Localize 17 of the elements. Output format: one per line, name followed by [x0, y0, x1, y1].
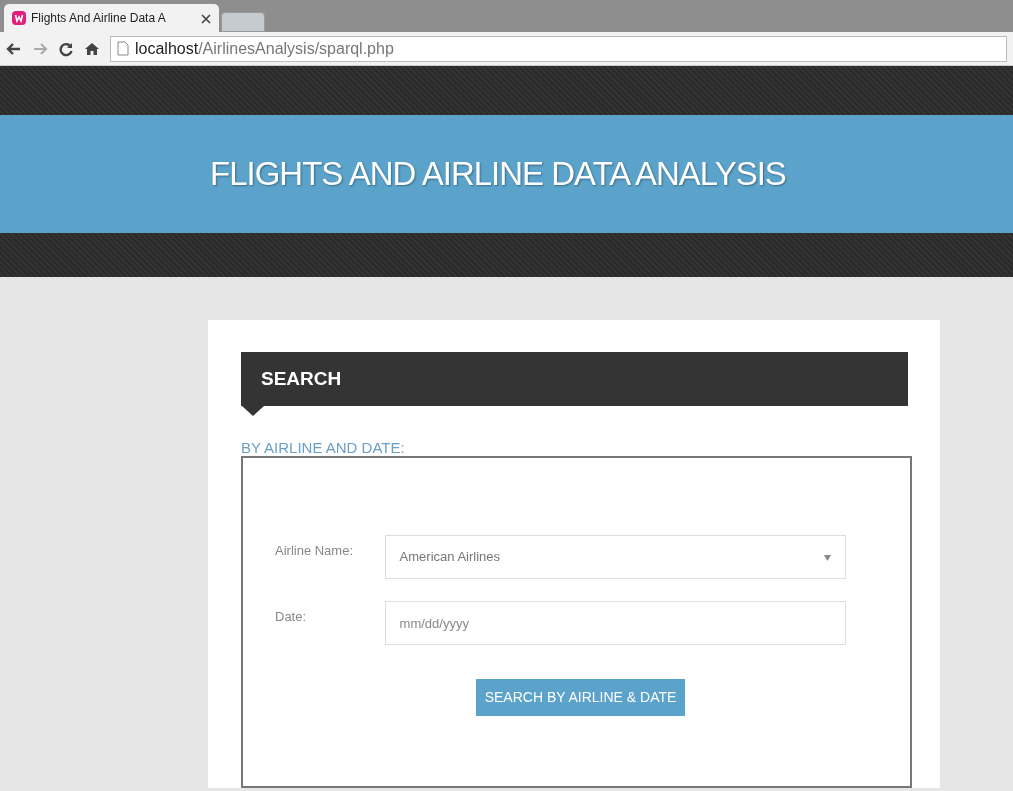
site-title: FLIGHTS AND AIRLINE DATA ANALYSIS	[210, 154, 786, 194]
section-title: SEARCH	[261, 366, 342, 391]
back-icon[interactable]	[6, 40, 22, 57]
tab-title: Flights And Airline Data A	[31, 10, 166, 27]
home-icon[interactable]	[84, 40, 100, 57]
page-icon	[117, 41, 129, 56]
url-text: localhost/AirlinesAnalysis/sparql.php	[135, 38, 394, 59]
field-label: Date:	[275, 608, 308, 626]
date-field[interactable]: mm/dd/yyyy	[384, 601, 846, 645]
select-value: American Airlines	[399, 548, 501, 567]
browser-tab[interactable]: Flights And Airline Data A	[4, 4, 219, 32]
form-subtitle: BY AIRLINE AND DATE:	[241, 439, 406, 456]
address-bar[interactable]: localhost/AirlinesAnalysis/sparql.php	[110, 35, 1007, 62]
field-label: Airline Name:	[275, 542, 355, 560]
site-logo-icon	[12, 11, 26, 25]
reload-icon[interactable]	[58, 40, 74, 57]
airline-select[interactable]: American Airlines	[384, 535, 846, 579]
